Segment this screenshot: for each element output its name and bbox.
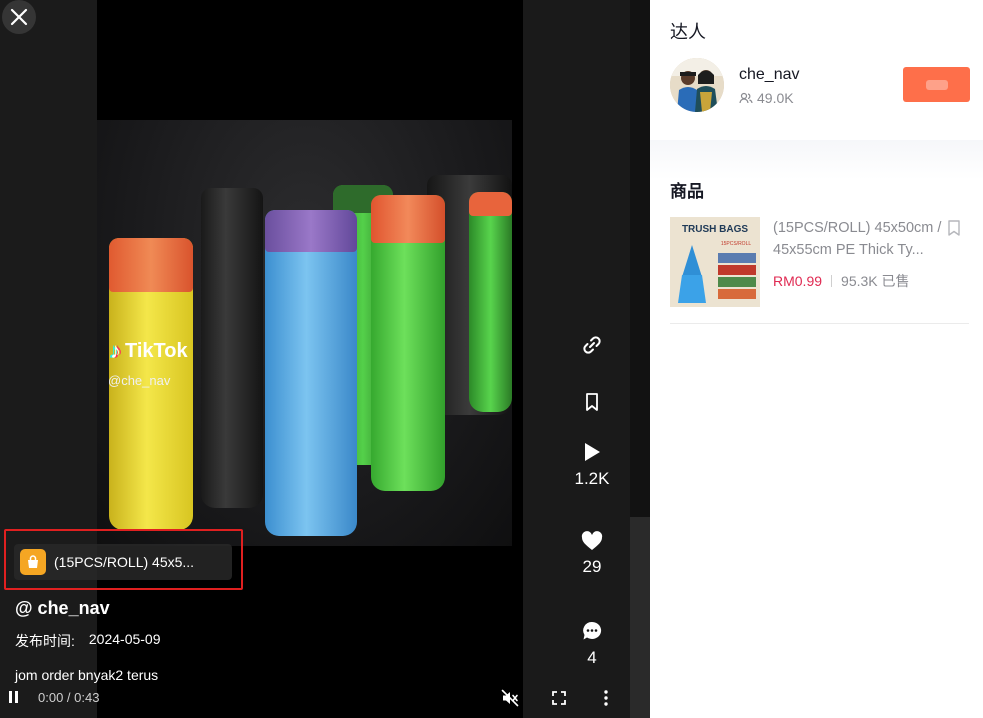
- mute-button[interactable]: [500, 688, 520, 708]
- section-divider: [650, 140, 983, 180]
- pause-button[interactable]: [9, 691, 21, 705]
- product-thumbnail[interactable]: TRUSH BAGS 15PCS/ROLL: [670, 217, 760, 307]
- black-roll-back: [201, 188, 263, 508]
- video-author-handle[interactable]: @ che_nav: [15, 598, 110, 619]
- creator-name[interactable]: che_nav: [739, 66, 800, 84]
- fullscreen-button[interactable]: [549, 688, 569, 708]
- heart-icon: [581, 531, 603, 550]
- tiktok-logo-icon: ♪: [110, 338, 121, 363]
- product-sold-count: 95.3K 已售: [841, 273, 910, 289]
- price-divider: [831, 275, 833, 287]
- video-panel[interactable]: ♪ TikTok @che_nav (15PCS/ROLL) 45x5... @…: [0, 0, 650, 718]
- play-icon: [585, 443, 600, 461]
- product-bookmark-button[interactable]: [946, 219, 962, 237]
- thumb-heading: TRUSH BAGS: [682, 224, 748, 235]
- video-caption: jom order bnyak2 terus: [15, 667, 159, 683]
- playback-time: 0:00 / 0:43: [38, 690, 100, 705]
- green-roll-right: [469, 192, 512, 412]
- bookmark-button[interactable]: [572, 392, 612, 412]
- video-backdrop-right: [523, 0, 630, 718]
- creator-followers: 49.0K: [739, 90, 794, 106]
- product-price-line: RM0.99 95.3K 已售: [773, 271, 910, 291]
- fullscreen-icon: [552, 691, 566, 705]
- pause-icon: [9, 691, 12, 703]
- green-roll-front: [371, 195, 445, 491]
- like-count: 29: [582, 557, 602, 576]
- publish-info: 发布时间: 2024-05-09: [15, 631, 161, 651]
- link-icon: [583, 336, 601, 354]
- tiktok-watermark: ♪ TikTok: [110, 338, 188, 364]
- product-card[interactable]: TRUSH BAGS 15PCS/ROLL (15PCS/ROLL) 45x50…: [670, 217, 969, 324]
- like-button[interactable]: 29: [572, 531, 612, 577]
- comment-count: 4: [587, 648, 597, 667]
- thumb-sub: 15PCS/ROLL: [721, 241, 752, 247]
- more-icon: [604, 690, 608, 706]
- more-options-button[interactable]: [596, 688, 616, 708]
- bookmark-icon: [586, 393, 598, 411]
- close-button[interactable]: [2, 0, 36, 34]
- product-section-title: 商品: [670, 182, 704, 201]
- avatar[interactable]: [670, 58, 724, 112]
- publish-date: 2024-05-09: [88, 631, 161, 647]
- follow-label-blurred: [925, 79, 948, 90]
- product-title[interactable]: (15PCS/ROLL) 45x50cm / 45x55cm PE Thick …: [773, 217, 943, 261]
- copy-link-button[interactable]: [572, 334, 612, 356]
- play-count-button[interactable]: 1.2K: [572, 441, 612, 489]
- comment-button[interactable]: 4: [572, 620, 612, 668]
- player-controls: 0:00 / 0:43: [0, 686, 630, 712]
- highlight-box: [4, 529, 243, 590]
- followers-icon: [739, 92, 753, 104]
- scrollbar-thumb[interactable]: [630, 0, 650, 517]
- blue-roll: [265, 210, 357, 536]
- creator-section-title: 达人: [670, 22, 706, 42]
- play-count: 1.2K: [574, 469, 610, 488]
- close-icon: [10, 8, 28, 26]
- publish-label: 发布时间:: [15, 633, 75, 649]
- tiktok-watermark-handle: @che_nav: [108, 373, 171, 388]
- side-panel: 达人 che_nav 49.0K 商品 TRUSH BAGS 15PCS/ROL…: [650, 0, 983, 718]
- mute-icon: [501, 689, 519, 707]
- video-scene: [97, 120, 512, 546]
- followers-count: 49.0K: [757, 90, 794, 106]
- app-root: ♪ TikTok @che_nav (15PCS/ROLL) 45x5... @…: [0, 0, 983, 718]
- follow-button[interactable]: [903, 67, 970, 102]
- tiktok-brand-text: TikTok: [125, 339, 188, 362]
- product-price: RM0.99: [773, 273, 823, 289]
- bookmark-icon: [948, 220, 960, 236]
- comment-icon: [583, 621, 602, 640]
